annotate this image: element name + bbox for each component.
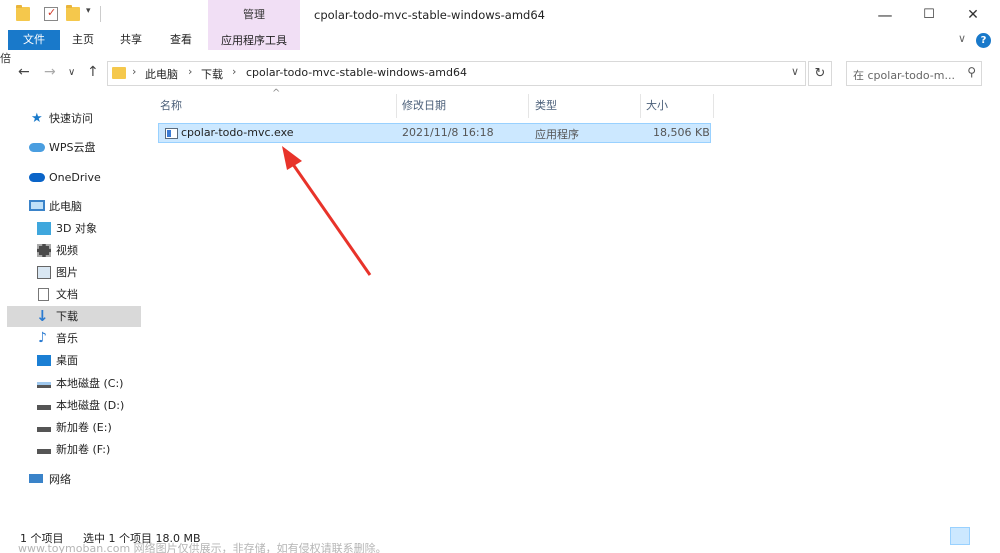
arrow-head [282, 146, 302, 170]
annotation-arrow [282, 146, 372, 276]
details-view-icon[interactable] [950, 527, 970, 545]
arrow-shaft [288, 159, 372, 276]
watermark: www.toymoban.com 网络图片仅供展示，非存储，如有侵权请联系删除。 [18, 542, 387, 553]
large-icons-view-icon[interactable] [972, 527, 992, 545]
